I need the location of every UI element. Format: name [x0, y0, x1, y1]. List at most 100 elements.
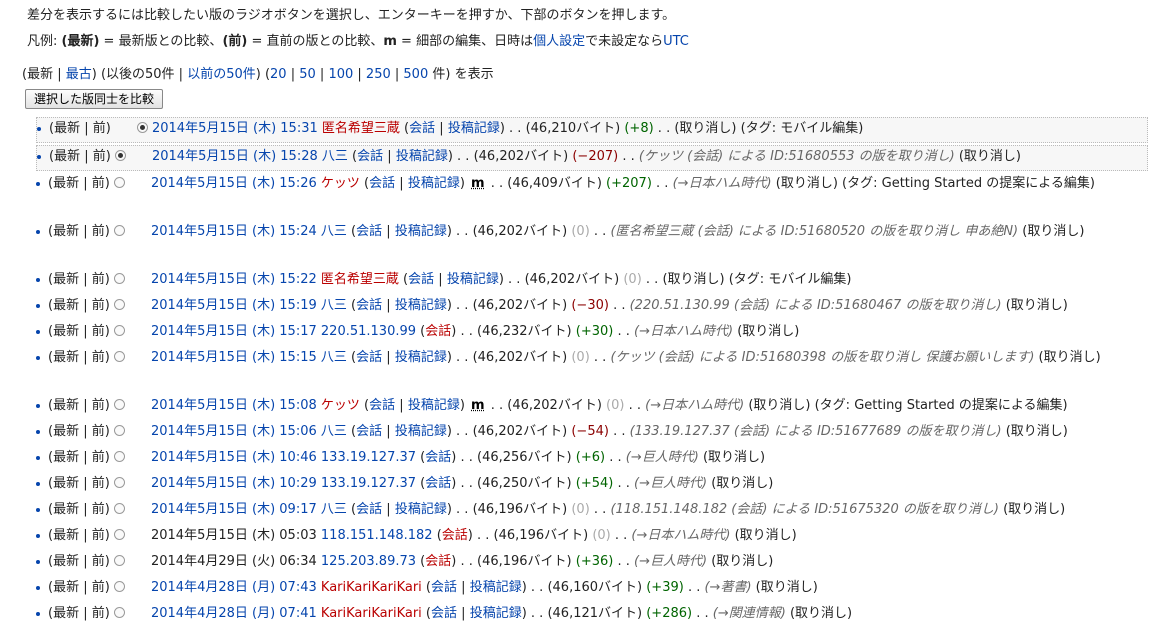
revision-date-link[interactable]: 2014年5月15日 (木) 15:26: [151, 176, 317, 191]
limit-100-link[interactable]: 100: [328, 67, 353, 82]
radio-diff[interactable]: [113, 351, 125, 362]
limit-20-link[interactable]: 20: [270, 67, 287, 82]
undo-and-tags[interactable]: (取り消し): [737, 324, 799, 339]
revision-date-link[interactable]: 2014年5月15日 (木) 15:24: [151, 224, 317, 239]
user-talk-link[interactable]: 会話: [425, 324, 451, 339]
user-talk-link[interactable]: 会話: [442, 528, 468, 543]
user-link[interactable]: ケッツ: [321, 398, 360, 413]
user-contribs-link[interactable]: 投稿記録: [395, 298, 447, 313]
user-talk-link[interactable]: 会話: [356, 298, 382, 313]
user-talk-link[interactable]: 会話: [431, 580, 457, 595]
radio-diff[interactable]: [113, 581, 125, 592]
user-talk-link[interactable]: 会話: [409, 121, 435, 136]
revision-date-link[interactable]: 2014年5月15日 (木) 15:22: [151, 272, 317, 287]
user-link[interactable]: 八三: [321, 424, 347, 439]
user-talk-link[interactable]: 会話: [356, 502, 382, 517]
user-link[interactable]: KariKariKariKari: [321, 580, 422, 595]
user-talk-link[interactable]: 会話: [356, 424, 382, 439]
undo-and-tags[interactable]: (取り消し): [1006, 298, 1068, 313]
undo-and-tags[interactable]: (取り消し): [959, 149, 1021, 164]
user-contribs-link[interactable]: 投稿記録: [395, 424, 447, 439]
user-link[interactable]: 八三: [321, 298, 347, 313]
user-talk-link[interactable]: 会話: [356, 350, 382, 365]
revision-date-link[interactable]: 2014年5月15日 (木) 15:31: [152, 121, 318, 136]
radio-diff[interactable]: [113, 425, 125, 436]
user-link[interactable]: 220.51.130.99: [321, 324, 416, 339]
undo-and-tags[interactable]: (取り消し): [1022, 224, 1084, 239]
revision-date-link[interactable]: 2014年5月15日 (木) 15:06: [151, 424, 317, 439]
compare-revisions-button[interactable]: 選択した版同士を比較: [25, 89, 164, 109]
revision-date-link[interactable]: 2014年4月28日 (月) 07:41: [151, 606, 317, 621]
radio-diff[interactable]: [113, 325, 125, 336]
user-link[interactable]: 125.203.89.73: [321, 554, 416, 569]
undo-and-tags[interactable]: (取り消し) (タグ: Getting Started の提案による編集): [748, 398, 1067, 413]
user-link[interactable]: 八三: [321, 502, 347, 517]
utc-link[interactable]: UTC: [663, 34, 689, 49]
user-talk-link[interactable]: 会話: [408, 272, 434, 287]
user-contribs-link[interactable]: 投稿記録: [408, 176, 460, 191]
user-link[interactable]: KariKariKariKari: [321, 606, 422, 621]
revision-date-link[interactable]: 2014年5月15日 (木) 10:29: [151, 476, 317, 491]
radio-diff[interactable]: [113, 555, 125, 566]
user-talk-link[interactable]: 会話: [425, 450, 451, 465]
radio-diff[interactable]: [113, 299, 125, 310]
radio-diff[interactable]: [113, 607, 125, 618]
user-contribs-link[interactable]: 投稿記録: [470, 580, 522, 595]
user-link[interactable]: 118.151.148.182: [321, 528, 433, 543]
user-talk-link[interactable]: 会話: [369, 176, 395, 191]
undo-and-tags[interactable]: (取り消し): [756, 580, 818, 595]
revision-date-link[interactable]: 2014年4月29日 (火) 06:34: [151, 554, 317, 569]
user-talk-link[interactable]: 会話: [425, 476, 451, 491]
radio-diff[interactable]: [113, 177, 125, 188]
radio-diff[interactable]: [113, 225, 125, 236]
revision-date-link[interactable]: 2014年5月15日 (木) 15:17: [151, 324, 317, 339]
limit-500-link[interactable]: 500: [403, 67, 428, 82]
user-link[interactable]: 133.19.127.37: [321, 450, 416, 465]
user-link[interactable]: 八三: [321, 224, 347, 239]
user-link[interactable]: ケッツ: [321, 176, 360, 191]
undo-and-tags[interactable]: (取り消し): [1039, 350, 1101, 365]
user-contribs-link[interactable]: 投稿記録: [395, 502, 447, 517]
radio-diff[interactable]: [113, 451, 125, 462]
user-contribs-link[interactable]: 投稿記録: [448, 121, 500, 136]
revision-date-link[interactable]: 2014年5月15日 (木) 09:17: [151, 502, 317, 517]
revision-date-link[interactable]: 2014年5月15日 (木) 10:46: [151, 450, 317, 465]
user-contribs-link[interactable]: 投稿記録: [470, 606, 522, 621]
undo-and-tags[interactable]: (取り消し): [1003, 502, 1065, 517]
user-talk-link[interactable]: 会話: [357, 149, 383, 164]
revision-date-link[interactable]: 2014年5月15日 (木) 15:08: [151, 398, 317, 413]
user-link[interactable]: 八三: [321, 350, 347, 365]
user-link[interactable]: 八三: [322, 149, 348, 164]
limit-250-link[interactable]: 250: [366, 67, 391, 82]
revision-date-link[interactable]: 2014年5月15日 (木) 05:03: [151, 528, 317, 543]
radio-oldid[interactable]: [136, 122, 148, 133]
radio-diff[interactable]: [113, 477, 125, 488]
undo-and-tags[interactable]: (取り消し): [711, 476, 773, 491]
undo-and-tags[interactable]: (取り消し) (タグ: モバイル編集): [662, 272, 851, 287]
user-contribs-link[interactable]: 投稿記録: [395, 350, 447, 365]
oldest-link[interactable]: 最古: [66, 67, 92, 82]
radio-diff[interactable]: [113, 503, 125, 514]
radio-diff[interactable]: [114, 150, 126, 161]
user-talk-link[interactable]: 会話: [369, 398, 395, 413]
undo-and-tags[interactable]: (取り消し): [735, 528, 797, 543]
revision-date-link[interactable]: 2014年5月15日 (木) 15:19: [151, 298, 317, 313]
revision-date-link[interactable]: 2014年4月28日 (月) 07:43: [151, 580, 317, 595]
user-link[interactable]: 133.19.127.37: [321, 476, 416, 491]
user-contribs-link[interactable]: 投稿記録: [396, 149, 448, 164]
undo-and-tags[interactable]: (取り消し): [711, 554, 773, 569]
undo-and-tags[interactable]: (取り消し) (タグ: Getting Started の提案による編集): [776, 176, 1095, 191]
user-talk-link[interactable]: 会話: [431, 606, 457, 621]
radio-diff[interactable]: [113, 399, 125, 410]
user-link[interactable]: 匿名希望三蔵: [321, 272, 399, 287]
user-link[interactable]: 匿名希望三蔵: [322, 121, 400, 136]
user-contribs-link[interactable]: 投稿記録: [408, 398, 460, 413]
revision-date-link[interactable]: 2014年5月15日 (木) 15:28: [152, 149, 318, 164]
radio-diff[interactable]: [113, 529, 125, 540]
radio-diff[interactable]: [113, 273, 125, 284]
user-talk-link[interactable]: 会話: [356, 224, 382, 239]
limit-50-link[interactable]: 50: [299, 67, 316, 82]
user-contribs-link[interactable]: 投稿記録: [395, 224, 447, 239]
undo-and-tags[interactable]: (取り消し): [790, 606, 852, 621]
undo-and-tags[interactable]: (取り消し): [1006, 424, 1068, 439]
